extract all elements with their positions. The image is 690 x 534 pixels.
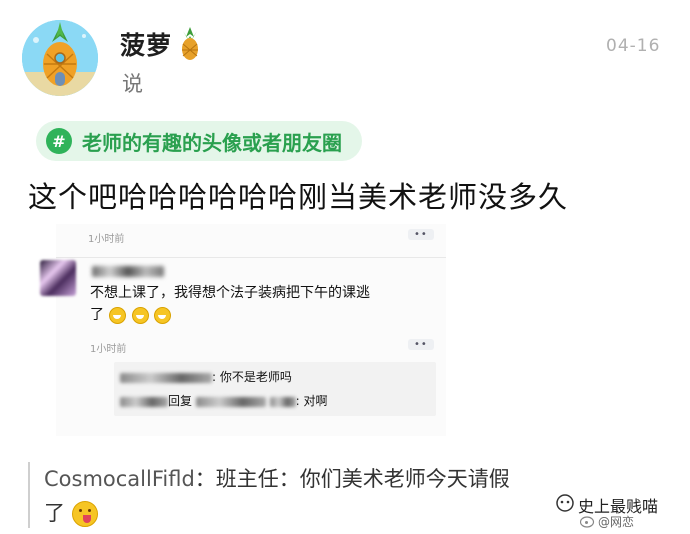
embedded-screenshot: 1小时前 •• 不想上课了，我得想个法子装病把下午的课逃 了 1小时前 •• :…	[40, 224, 446, 436]
says-label: 说	[122, 72, 143, 96]
blurred-commenter	[120, 372, 212, 383]
moment-line-1: 不想上课了，我得想个法子装病把下午的课逃	[90, 285, 370, 301]
watermark-handle: @网恋	[598, 515, 635, 529]
comment-text: 班主任：你们美术老师今天请假	[215, 467, 510, 491]
blurred-avatar	[40, 260, 76, 296]
moment-time: 1小时前	[90, 344, 127, 355]
quote-bar	[28, 462, 30, 528]
blurred-commenter	[269, 396, 296, 407]
moment-line-2: 了	[90, 307, 104, 323]
weibo-icon	[580, 516, 595, 528]
author-name[interactable]: 菠萝	[120, 26, 172, 62]
grin-emoji-icon	[154, 306, 172, 324]
comments-box: : 你不是老师吗 回复 : 对啊	[114, 362, 436, 416]
pineapple-house-icon	[22, 20, 98, 96]
wechat-official-icon	[556, 494, 574, 512]
topic-tag[interactable]: # 老师的有趣的头像或者朋友圈	[36, 121, 362, 161]
post-date: 04-16	[606, 36, 661, 56]
comment-1: : 你不是老师吗	[120, 368, 292, 385]
moment-more-button[interactable]: ••	[408, 339, 434, 350]
blurred-commenter	[195, 396, 266, 407]
hashtag-icon: #	[46, 128, 72, 154]
author-avatar[interactable]	[22, 20, 98, 96]
commenter-name[interactable]: CosmocallFifld	[44, 467, 195, 491]
grin-emoji-icon	[109, 306, 127, 324]
tongue-emoji-icon	[71, 501, 98, 527]
comment: CosmocallFifld：班主任：你们美术老师今天请假 了	[44, 467, 510, 527]
top-time: 1小时前	[88, 234, 125, 245]
comment-2: 回复 : 对啊	[120, 392, 328, 409]
pineapple-emoji-icon	[182, 27, 198, 60]
moment-text: 不想上课了，我得想个法子装病把下午的课逃 了	[90, 282, 440, 326]
topic-label: 老师的有趣的头像或者朋友圈	[82, 130, 342, 155]
blurred-commenter	[120, 396, 168, 407]
more-options-button[interactable]: ••	[408, 229, 434, 240]
post-text: 这个吧哈哈哈哈哈哈刚当美术老师没多久	[28, 180, 569, 214]
blurred-username	[92, 266, 164, 277]
grin-emoji-icon	[131, 306, 149, 324]
divider	[56, 257, 446, 258]
comment-text-2: 了	[44, 501, 65, 525]
